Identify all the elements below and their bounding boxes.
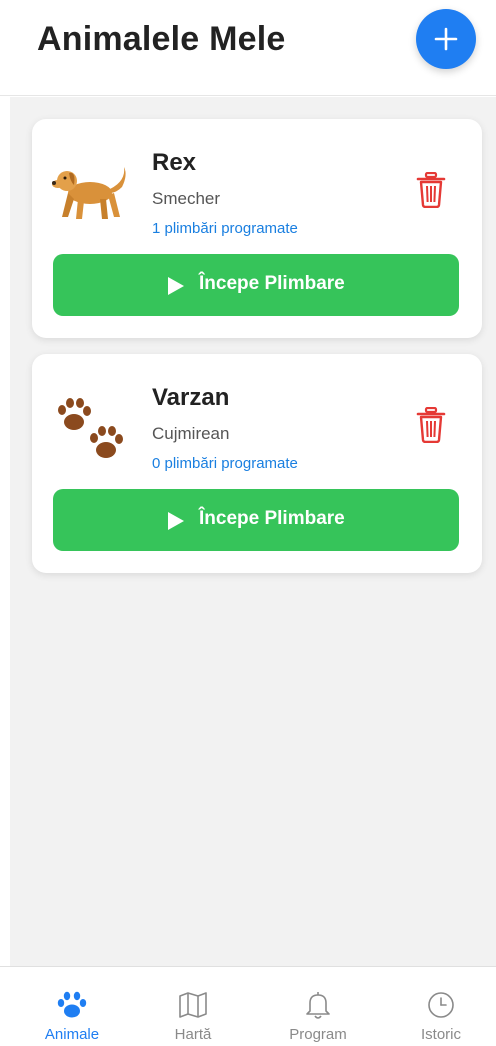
tab-label: Istoric [420, 1026, 461, 1043]
header: Animalele Mele [0, 0, 496, 96]
play-icon [168, 512, 184, 530]
page-title: Animalele Mele [37, 20, 286, 58]
clock-icon [428, 992, 454, 1018]
tab-istoric[interactable]: Istoric [379, 967, 496, 1046]
bottom-tab-bar: Animale Hartă Program Istoric [0, 966, 496, 1045]
tab-label: Program [289, 1026, 347, 1043]
start-walk-button[interactable]: Începe Plimbare [53, 489, 459, 551]
paw-prints-icon [58, 398, 123, 458]
pet-name: Varzan [152, 384, 230, 411]
pet-card: Rex Smecher 1 plimbări programate Începe… [32, 119, 482, 338]
tab-label: Animale [44, 1026, 100, 1043]
add-pet-button[interactable] [416, 9, 476, 69]
pet-card: Varzan Cujmirean 0 plimbări programate Î… [32, 354, 482, 573]
start-walk-label: Începe Plimbare [199, 273, 345, 294]
pet-name: Rex [152, 149, 197, 176]
play-icon [168, 277, 184, 295]
dog-icon [52, 167, 126, 219]
trash-icon[interactable] [416, 172, 446, 208]
trash-icon[interactable] [416, 407, 446, 443]
bell-icon [306, 992, 330, 1019]
pet-breed: Smecher [152, 189, 221, 208]
tab-label: Hartă [174, 1026, 212, 1043]
paw-icon [57, 991, 87, 1018]
plus-icon [434, 27, 458, 51]
start-walk-label: Începe Plimbare [199, 508, 345, 529]
tab-harta[interactable]: Hartă [131, 967, 255, 1046]
tab-program[interactable]: Program [256, 967, 380, 1046]
start-walk-button[interactable]: Începe Plimbare [53, 254, 459, 316]
scheduled-walks-count: 0 plimbări programate [152, 455, 298, 472]
pet-breed: Cujmirean [152, 424, 230, 443]
pet-list: Rex Smecher 1 plimbări programate Începe… [10, 97, 496, 966]
tab-animale[interactable]: Animale [10, 967, 134, 1046]
map-icon [179, 992, 207, 1018]
scheduled-walks-count: 1 plimbări programate [152, 220, 298, 237]
